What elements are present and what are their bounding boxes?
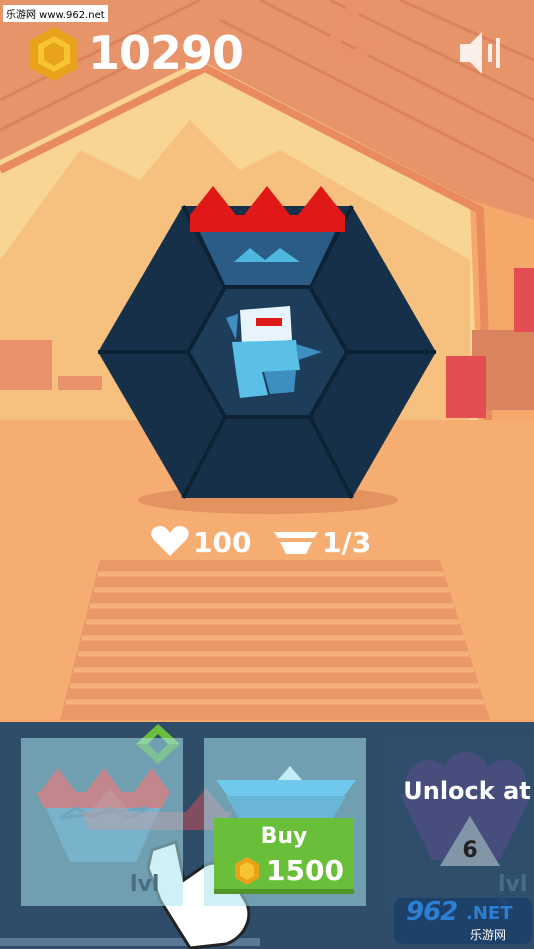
site-logo-net: .NET <box>466 903 513 924</box>
hexagon-coin-icon <box>235 857 259 885</box>
unlock-label: Unlock at <box>403 777 531 805</box>
site-logo-cn: 乐游网 <box>470 928 507 942</box>
walkway <box>60 560 490 720</box>
coin-count: 10290 <box>88 26 244 80</box>
buy-price: 1500 <box>266 854 344 887</box>
crate-left <box>0 340 52 390</box>
health-value: 100 <box>193 526 252 559</box>
buy-button[interactable]: Buy 1500 <box>214 818 354 894</box>
site-logo-number: 962 <box>406 897 458 927</box>
crate-left-2 <box>58 376 102 390</box>
site-watermark: 乐游网 www.962.net <box>3 5 108 22</box>
unlock-level: 6 <box>462 838 478 863</box>
buy-label: Buy <box>260 824 308 849</box>
stage-progress: 1/3 <box>322 526 372 559</box>
card-1-level: lvl <box>130 872 160 897</box>
red-barrel-2 <box>514 268 534 332</box>
red-barrel <box>446 356 486 418</box>
